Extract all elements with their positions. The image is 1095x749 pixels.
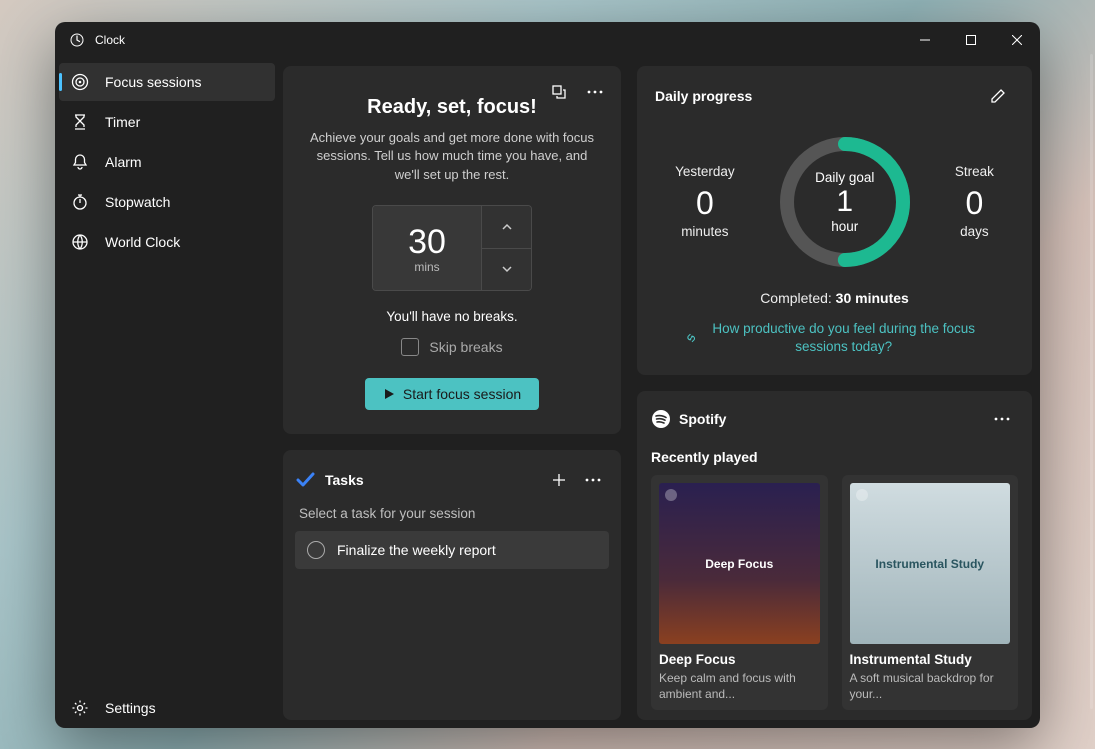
decrement-button[interactable] [481,249,531,291]
playlist-card[interactable]: Instrumental Study Instrumental Study A … [842,475,1019,710]
task-checkbox[interactable] [307,541,325,559]
edit-button[interactable] [982,80,1014,112]
sidebar-item-label: Timer [105,114,140,130]
close-button[interactable] [994,22,1040,58]
target-icon [71,73,89,91]
app-icon [69,32,85,48]
start-button-label: Start focus session [403,386,521,402]
clock-app-window: Clock Focus sessions Timer Alarm St [55,22,1040,728]
window-controls [902,22,1040,58]
sidebar-item-label: Settings [105,700,156,716]
yesterday-stat: Yesterday 0 minutes [675,164,735,239]
sidebar: Focus sessions Timer Alarm Stopwatch Wor… [55,58,279,728]
task-label: Finalize the weekly report [337,542,496,558]
task-item[interactable]: Finalize the weekly report [295,531,609,569]
breaks-info-text: You'll have no breaks. [305,309,599,324]
more-icon[interactable] [577,464,609,496]
app-title: Clock [95,33,125,47]
daily-progress-card: Daily progress Yesterday 0 minutes [637,66,1032,376]
tasks-card: Tasks Select a task for your session Fin… [283,450,621,719]
playlist-name: Instrumental Study [850,652,1011,667]
sidebar-item-label: Focus sessions [105,74,201,90]
duration-picker: 30 mins [372,205,532,291]
link-icon [685,330,697,346]
streak-stat: Streak 0 days [955,164,994,239]
recently-played-label: Recently played [651,449,1018,465]
spotify-icon [651,409,671,429]
stopwatch-icon [71,193,89,211]
completed-text: Completed: 30 minutes [655,290,1014,306]
sidebar-item-timer[interactable]: Timer [59,103,275,141]
feedback-link[interactable]: How productive do you feel during the fo… [655,320,1014,358]
sidebar-item-alarm[interactable]: Alarm [59,143,275,181]
globe-icon [71,233,89,251]
gear-icon [71,699,89,717]
duration-unit: mins [414,260,439,274]
add-task-button[interactable] [543,464,575,496]
expand-icon[interactable] [543,76,575,108]
playlist-desc: Keep calm and focus with ambient and... [659,670,820,702]
sidebar-item-settings[interactable]: Settings [59,689,275,727]
duration-value: 30 [408,223,446,262]
todo-icon [295,470,315,490]
playlist-art: Instrumental Study [850,483,1011,644]
sidebar-item-focus-sessions[interactable]: Focus sessions [59,63,275,101]
hourglass-icon [71,113,89,131]
maximize-button[interactable] [948,22,994,58]
start-focus-button[interactable]: Start focus session [365,378,539,410]
focus-setup-card: Ready, set, focus! Achieve your goals an… [283,66,621,435]
tasks-title: Tasks [325,472,364,488]
tasks-subtitle: Select a task for your session [299,506,605,521]
progress-title: Daily progress [655,88,752,104]
playlist-desc: A soft musical backdrop for your... [850,670,1011,702]
more-icon[interactable] [986,403,1018,435]
daily-goal-ring: Daily goal 1 hour [775,132,915,272]
playlist-name: Deep Focus [659,652,820,667]
more-icon[interactable] [579,76,611,108]
minimize-button[interactable] [902,22,948,58]
skip-breaks-label: Skip breaks [429,339,502,355]
skip-breaks-checkbox[interactable] [401,338,419,356]
main-content: Ready, set, focus! Achieve your goals an… [279,58,1040,728]
focus-description: Achieve your goals and get more done wit… [305,129,599,186]
playlist-card[interactable]: Deep Focus Deep Focus Keep calm and focu… [651,475,828,710]
increment-button[interactable] [481,206,531,249]
play-icon [383,388,395,400]
titlebar: Clock [55,22,1040,58]
sidebar-item-label: Stopwatch [105,194,170,210]
sidebar-item-stopwatch[interactable]: Stopwatch [59,183,275,221]
spotify-card: Spotify Recently played Deep Focus Deep … [637,391,1032,719]
duration-display: 30 mins [373,206,481,290]
bell-icon [71,153,89,171]
sidebar-item-label: World Clock [105,234,180,250]
spotify-brand: Spotify [679,411,726,427]
playlist-art: Deep Focus [659,483,820,644]
sidebar-item-label: Alarm [105,154,142,170]
sidebar-item-world-clock[interactable]: World Clock [59,223,275,261]
